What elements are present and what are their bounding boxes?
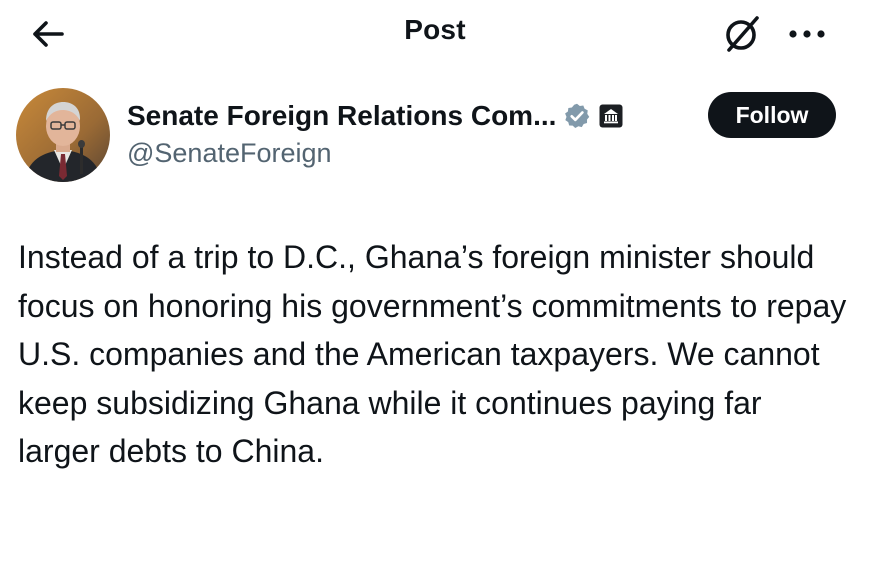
follow-button[interactable]: Follow [708,92,836,138]
more-horizontal-icon [789,30,825,38]
verified-badge-icon[interactable] [563,102,591,130]
name-row: Senate Foreign Relations Com... [127,98,623,134]
user-handle[interactable]: @SenateForeign [127,138,623,169]
more-options-button[interactable] [782,12,832,56]
grok-button[interactable] [718,12,766,56]
avatar[interactable] [16,88,110,182]
display-name[interactable]: Senate Foreign Relations Com... [127,100,556,132]
post-author: Senate Foreign Relations Com... @SenateF… [0,84,870,184]
grok-icon [726,16,759,52]
post-text: Instead of a trip to D.C., Ghana’s forei… [18,239,847,469]
author-info: Senate Foreign Relations Com... @SenateF… [127,98,623,169]
top-bar: Post [0,0,870,66]
avatar-image [16,88,110,182]
government-building-icon[interactable] [599,104,623,128]
